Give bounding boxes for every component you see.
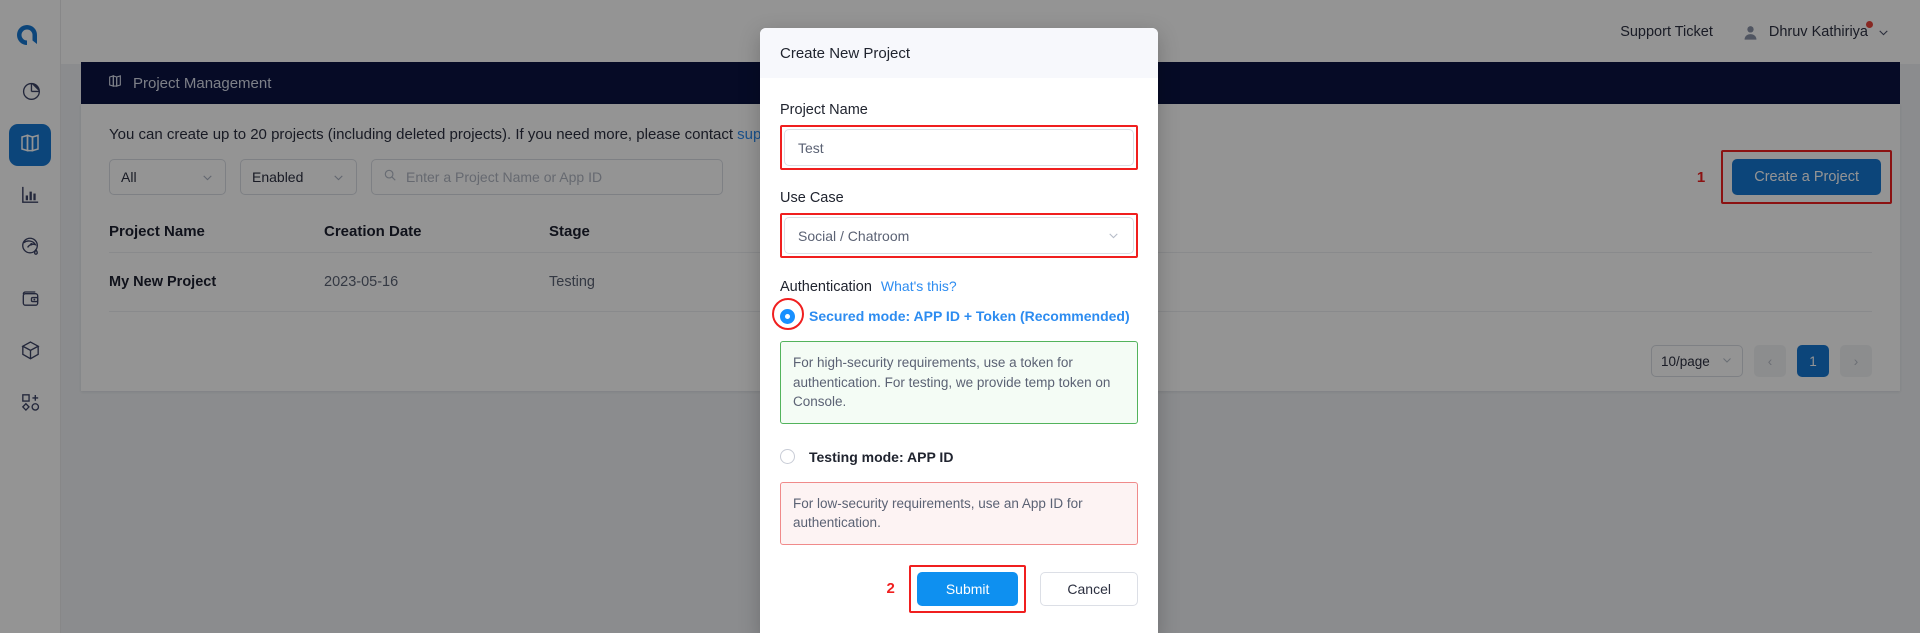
annotation-step-2: 2 — [886, 580, 894, 597]
use-case-value: Social / Chatroom — [798, 228, 909, 244]
authentication-label: Authentication — [780, 279, 872, 295]
testing-mode-label: Testing mode: APP ID — [809, 449, 953, 465]
secured-mode-label: Secured mode: APP ID + Token (Recommende… — [809, 308, 1130, 324]
use-case-select[interactable]: Social / Chatroom — [784, 217, 1134, 254]
project-name-input[interactable] — [784, 129, 1134, 166]
use-case-label: Use Case — [780, 190, 1138, 206]
project-name-highlight — [780, 125, 1138, 170]
cancel-button[interactable]: Cancel — [1040, 572, 1138, 606]
secured-mode-option[interactable]: Secured mode: APP ID + Token (Recommende… — [780, 301, 1138, 331]
modal-title: Create New Project — [760, 28, 1158, 78]
testing-mode-option[interactable]: Testing mode: APP ID — [780, 442, 1138, 472]
modal-body: Project Name Use Case Social / Chatroom … — [760, 78, 1158, 545]
authentication-header: Authentication What's this? — [780, 278, 1138, 295]
testing-mode-radio[interactable] — [780, 449, 795, 464]
radio-dot — [785, 314, 790, 319]
submit-button[interactable]: Submit — [917, 572, 1019, 606]
app-root: Support Ticket Dhruv Kathiriya — [0, 0, 1920, 633]
whats-this-link[interactable]: What's this? — [881, 278, 957, 294]
chevron-down-icon — [1107, 229, 1120, 242]
use-case-highlight: Social / Chatroom — [780, 213, 1138, 258]
secured-mode-radio[interactable] — [780, 309, 795, 324]
secured-mode-tip: For high-security requirements, use a to… — [780, 341, 1138, 424]
create-project-modal: Create New Project Project Name Use Case… — [760, 28, 1158, 633]
testing-mode-tip: For low-security requirements, use an Ap… — [780, 482, 1138, 545]
submit-highlight: Submit — [909, 565, 1027, 613]
project-name-label: Project Name — [780, 102, 1138, 118]
modal-footer: 2 Submit Cancel — [760, 563, 1158, 633]
